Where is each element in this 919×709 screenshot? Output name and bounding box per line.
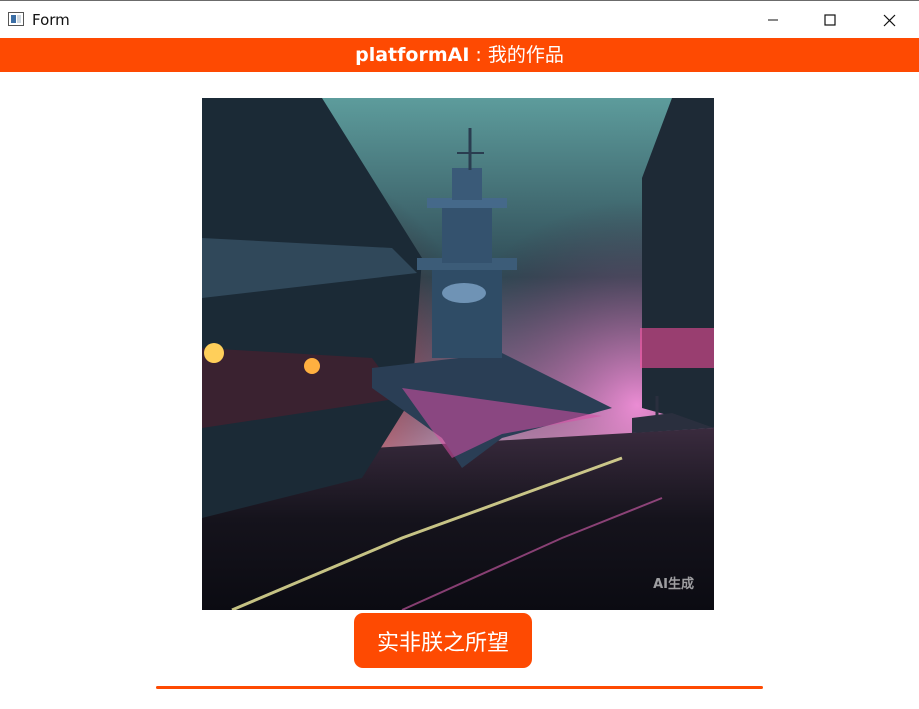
app-form-icon [8,12,24,26]
artwork-image: AI生成 [202,98,714,610]
header-separator: : [469,44,488,66]
close-button[interactable] [860,1,918,39]
window-titlebar: Form [0,0,919,38]
progress-bar [156,686,763,689]
window-title: Form [32,11,70,29]
caption-button[interactable]: 实非朕之所望 [354,613,532,668]
minimize-button[interactable] [744,1,802,39]
maximize-button[interactable] [801,1,859,39]
header-brand: platformAI [355,44,470,66]
progress-fill [156,686,763,689]
close-icon [883,14,895,26]
header-title: 我的作品 [487,44,564,66]
artwork-watermark: AI生成 [653,577,694,592]
battleship-artwork [202,98,714,610]
minimize-icon [768,19,778,21]
maximize-icon [824,14,836,26]
header-bar: platformAI : 我的作品 [0,38,919,72]
